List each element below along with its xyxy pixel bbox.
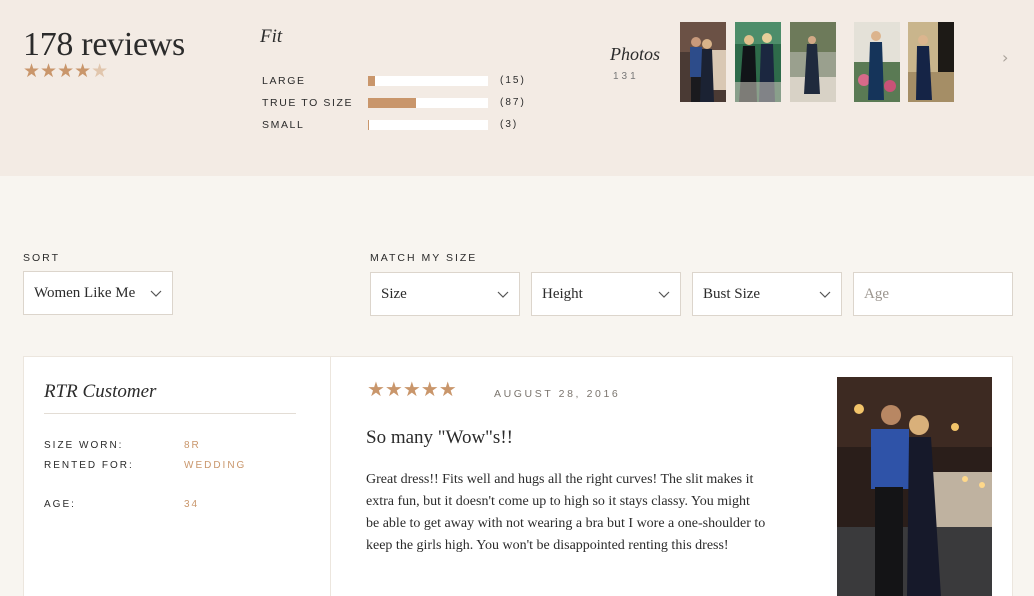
bust-size-select-value: Bust Size <box>703 286 761 302</box>
fit-count: (3) <box>500 119 519 130</box>
card-divider <box>330 357 331 596</box>
fit-count: (15) <box>500 75 526 86</box>
photos-title: Photos <box>610 44 661 64</box>
fit-label: SMALL <box>262 119 305 131</box>
attribute-key-size-worn: SIZE WORN: <box>44 440 124 451</box>
bust-size-select[interactable]: Bust Size <box>692 272 842 316</box>
sort-label: SORT <box>23 252 60 264</box>
customer-photo-thumbnail[interactable] <box>854 22 900 102</box>
fit-count: (87) <box>500 97 526 108</box>
rating-half-star-icon: ★ <box>91 61 109 82</box>
chevron-down-icon <box>819 291 831 298</box>
review-photo[interactable] <box>837 377 992 596</box>
fit-bar-fill <box>368 98 416 108</box>
fit-bar-fill <box>368 76 376 86</box>
review-count: 178 reviews <box>23 26 185 63</box>
fit-title: Fit <box>260 26 283 47</box>
fit-label: LARGE <box>262 75 306 87</box>
reviewer-name: RTR Customer <box>44 381 157 402</box>
reviews-summary: 178 reviews ★★★★★ Fit LARGE (15) TRUE TO… <box>0 0 1034 176</box>
photos-count: 131 <box>613 71 639 82</box>
sort-select-value: Women Like Me <box>34 285 136 301</box>
fit-bar-fill <box>368 120 370 130</box>
average-rating-stars: ★★★★★ <box>23 60 108 83</box>
customer-photo-thumbnail[interactable] <box>680 22 726 102</box>
size-select-value: Size <box>381 286 407 302</box>
attribute-value-rented-for: WEDDING <box>184 460 247 471</box>
review-card: RTR Customer SIZE WORN: 8R RENTED FOR: W… <box>23 356 1013 596</box>
chevron-right-icon[interactable]: › <box>1002 48 1008 67</box>
fit-bar-track <box>368 98 488 108</box>
customer-photo-thumbnail[interactable] <box>735 22 781 102</box>
attribute-key-age: AGE: <box>44 499 76 510</box>
height-select[interactable]: Height <box>531 272 681 316</box>
attribute-value-age: 34 <box>184 499 200 510</box>
attribute-value-size-worn: 8R <box>184 440 201 451</box>
review-rating-stars: ★★★★★ <box>367 379 457 401</box>
size-select[interactable]: Size <box>370 272 520 316</box>
chevron-down-icon <box>150 290 162 297</box>
age-field[interactable] <box>854 273 1012 315</box>
fit-bar-track <box>368 76 488 86</box>
chevron-down-icon <box>497 291 509 298</box>
fit-bar-track <box>368 120 488 130</box>
review-date: AUGUST 28, 2016 <box>494 388 621 400</box>
rating-full-stars: ★★★★ <box>23 61 92 82</box>
age-field-wrapper <box>853 272 1013 316</box>
attribute-key-rented-for: RENTED FOR: <box>44 460 134 471</box>
chevron-down-icon <box>658 291 670 298</box>
customer-photo-thumbnail[interactable] <box>908 22 954 102</box>
match-my-size-label: MATCH MY SIZE <box>370 252 478 264</box>
divider <box>44 413 296 414</box>
fit-label: TRUE TO SIZE <box>262 97 354 109</box>
sort-select[interactable]: Women Like Me <box>23 271 173 315</box>
customer-photo-thumbnail[interactable] <box>790 22 836 102</box>
height-select-value: Height <box>542 286 583 302</box>
review-title: So many "Wow"s!! <box>366 427 513 448</box>
review-body: Great dress!! Fits well and hugs all the… <box>366 472 766 553</box>
